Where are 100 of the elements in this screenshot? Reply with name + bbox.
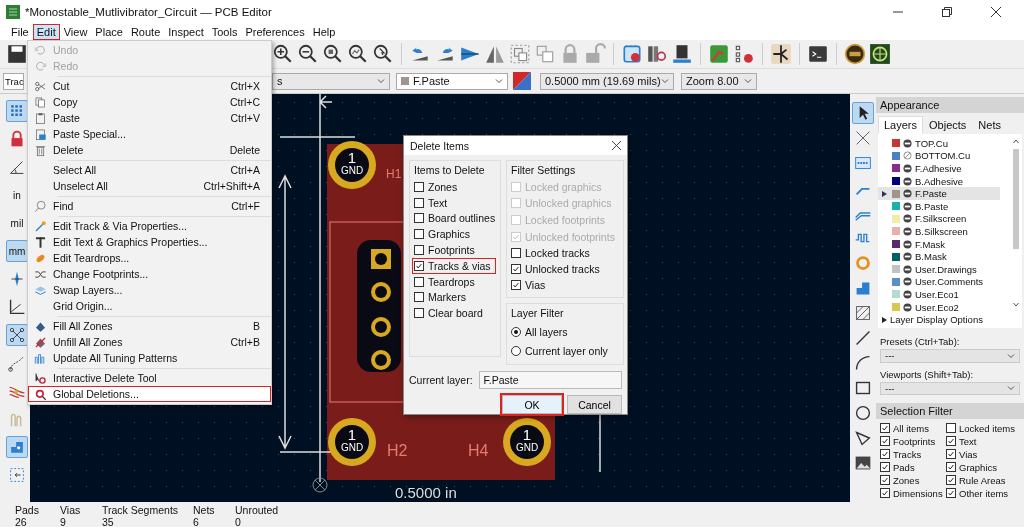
checklist-icon[interactable] [733,43,755,65]
checkbox[interactable] [880,449,890,459]
checkbox-option[interactable]: Board outlines [412,210,496,227]
eye-icon[interactable] [903,277,912,287]
eye-icon[interactable] [903,138,912,148]
checkbox[interactable] [946,462,956,472]
menu-entry[interactable]: Edit Track & Via Properties... [28,218,271,234]
radio-button[interactable] [511,326,521,337]
library-search-icon[interactable] [646,43,668,65]
layer-row[interactable]: B.Adhesive [878,174,1000,188]
checkbox-option[interactable]: Text [412,194,496,211]
layer-row[interactable]: B.Paste [878,199,1000,213]
layer-row[interactable]: BOTTOM.Cu [878,149,1000,163]
checkbox-option[interactable]: Teardrops [412,273,496,290]
menu-entry[interactable]: Change Footprints... [28,266,271,282]
menu-item[interactable]: Edit [32,24,60,40]
panel-tab[interactable]: Objects [923,116,973,134]
menu-entry[interactable]: Delete Delete [28,142,271,158]
layer-color-swatch[interactable] [892,177,900,186]
checkbox[interactable] [880,423,890,433]
unit-toggle[interactable]: in [6,184,28,206]
monitor-icon[interactable] [671,43,693,65]
checkbox[interactable] [511,248,521,258]
eye-icon[interactable] [903,226,912,236]
layer-row[interactable]: B.Silkscreen [878,225,1000,238]
zoom-selection-icon[interactable] [372,43,394,65]
layer-color-swatch[interactable] [892,164,900,173]
expand-arrow-icon[interactable] [882,316,887,323]
layer-dropdown[interactable]: F.Paste [396,72,508,90]
layer-color-swatch[interactable] [892,303,900,311]
checkbox[interactable] [414,181,424,192]
checkbox-option[interactable]: Markers [412,289,496,306]
checkbox[interactable] [946,449,956,459]
layer-color-swatch[interactable] [892,265,900,274]
grid-icon[interactable] [6,100,28,122]
layer-row[interactable]: F.Adhesive [878,162,1000,175]
checkbox[interactable] [880,462,890,472]
layer-row[interactable]: F.Mask [878,237,1000,251]
checkbox-option[interactable]: Unlocked tracks [509,261,619,277]
scrollbar[interactable] [1012,137,1020,309]
menu-item[interactable]: File [7,24,33,40]
zone-icon[interactable] [6,436,28,458]
close-icon[interactable] [991,7,1001,17]
checkbox[interactable] [414,229,424,240]
layer-color-swatch[interactable] [892,189,900,198]
layer-row[interactable]: User.Eco1 [878,288,1000,301]
menu-entry[interactable]: Unselect All Ctrl+Shift+A [28,178,271,194]
checkbox-option[interactable]: Tracks & vias [412,258,496,274]
menu-item[interactable]: Preferences [241,24,309,40]
zoom-objects-icon[interactable] [347,43,369,65]
checkbox-option[interactable]: Locked tracks [509,245,619,261]
unit-toggle[interactable]: mil [6,212,28,234]
menu-entry[interactable]: Edit Teardrops... [28,250,271,266]
layer-row[interactable]: F.Silkscreen [878,212,1000,226]
checkbox[interactable] [880,475,890,485]
checkbox[interactable] [414,197,424,208]
close-icon[interactable] [612,141,621,150]
eye-icon[interactable] [903,252,912,262]
layer-color-swatch[interactable] [892,202,900,211]
layer-row[interactable]: TOP.Cu [878,137,1000,150]
radio-option[interactable]: All layers [509,322,619,341]
menu-item[interactable]: Route [126,24,165,40]
console-icon[interactable] [807,43,829,65]
eye-icon[interactable] [903,302,912,312]
checkbox[interactable] [511,264,521,274]
menu-item[interactable]: Inspect [164,24,208,40]
menu-entry[interactable]: Unfill All Zones Ctrl+B [28,334,271,350]
menu-entry[interactable]: Paste Special... [28,126,271,142]
layer-row[interactable]: B.Mask [878,250,1000,263]
layer-row[interactable]: F.Paste [878,187,1000,200]
layer-color-swatch[interactable] [892,277,900,286]
eye-icon[interactable] [903,189,912,199]
eye-icon[interactable] [903,201,912,211]
dialog-button[interactable]: Cancel [567,395,622,414]
radio-option[interactable]: Current layer only [509,341,619,360]
menu-entry[interactable]: Swap Layers... [28,282,271,298]
layer-color-swatch[interactable] [892,290,900,299]
menu-entry[interactable]: Paste Ctrl+V [28,110,271,126]
layer-row[interactable]: User.Drawings [878,262,1000,276]
layer-color-swatch[interactable] [892,240,900,249]
checkbox[interactable] [511,280,521,290]
dialog-button[interactable]: OK [502,395,562,414]
presets-dropdown[interactable]: --- [880,349,1020,363]
checkbox[interactable] [414,308,424,319]
menu-entry[interactable]: Select All Ctrl+A [28,162,271,178]
zoom-in-icon[interactable] [272,43,294,65]
checkbox[interactable] [414,292,424,303]
checkbox[interactable] [946,488,956,498]
checkbox[interactable] [946,423,956,433]
menu-item[interactable]: View [59,24,92,40]
eye-icon[interactable] [903,214,912,224]
save-icon[interactable] [6,43,28,65]
zoom-fit-icon[interactable] [322,43,344,65]
layer-row[interactable]: User.Comments [878,275,1000,289]
menu-entry[interactable]: Cut Ctrl+X [28,78,271,94]
checkbox[interactable] [414,260,424,271]
current-layer-field[interactable]: F.Paste [478,371,622,389]
track-split-icon[interactable] [770,43,792,65]
checkbox-option[interactable]: Zones [412,179,496,195]
menu-item[interactable]: Help [308,24,340,40]
